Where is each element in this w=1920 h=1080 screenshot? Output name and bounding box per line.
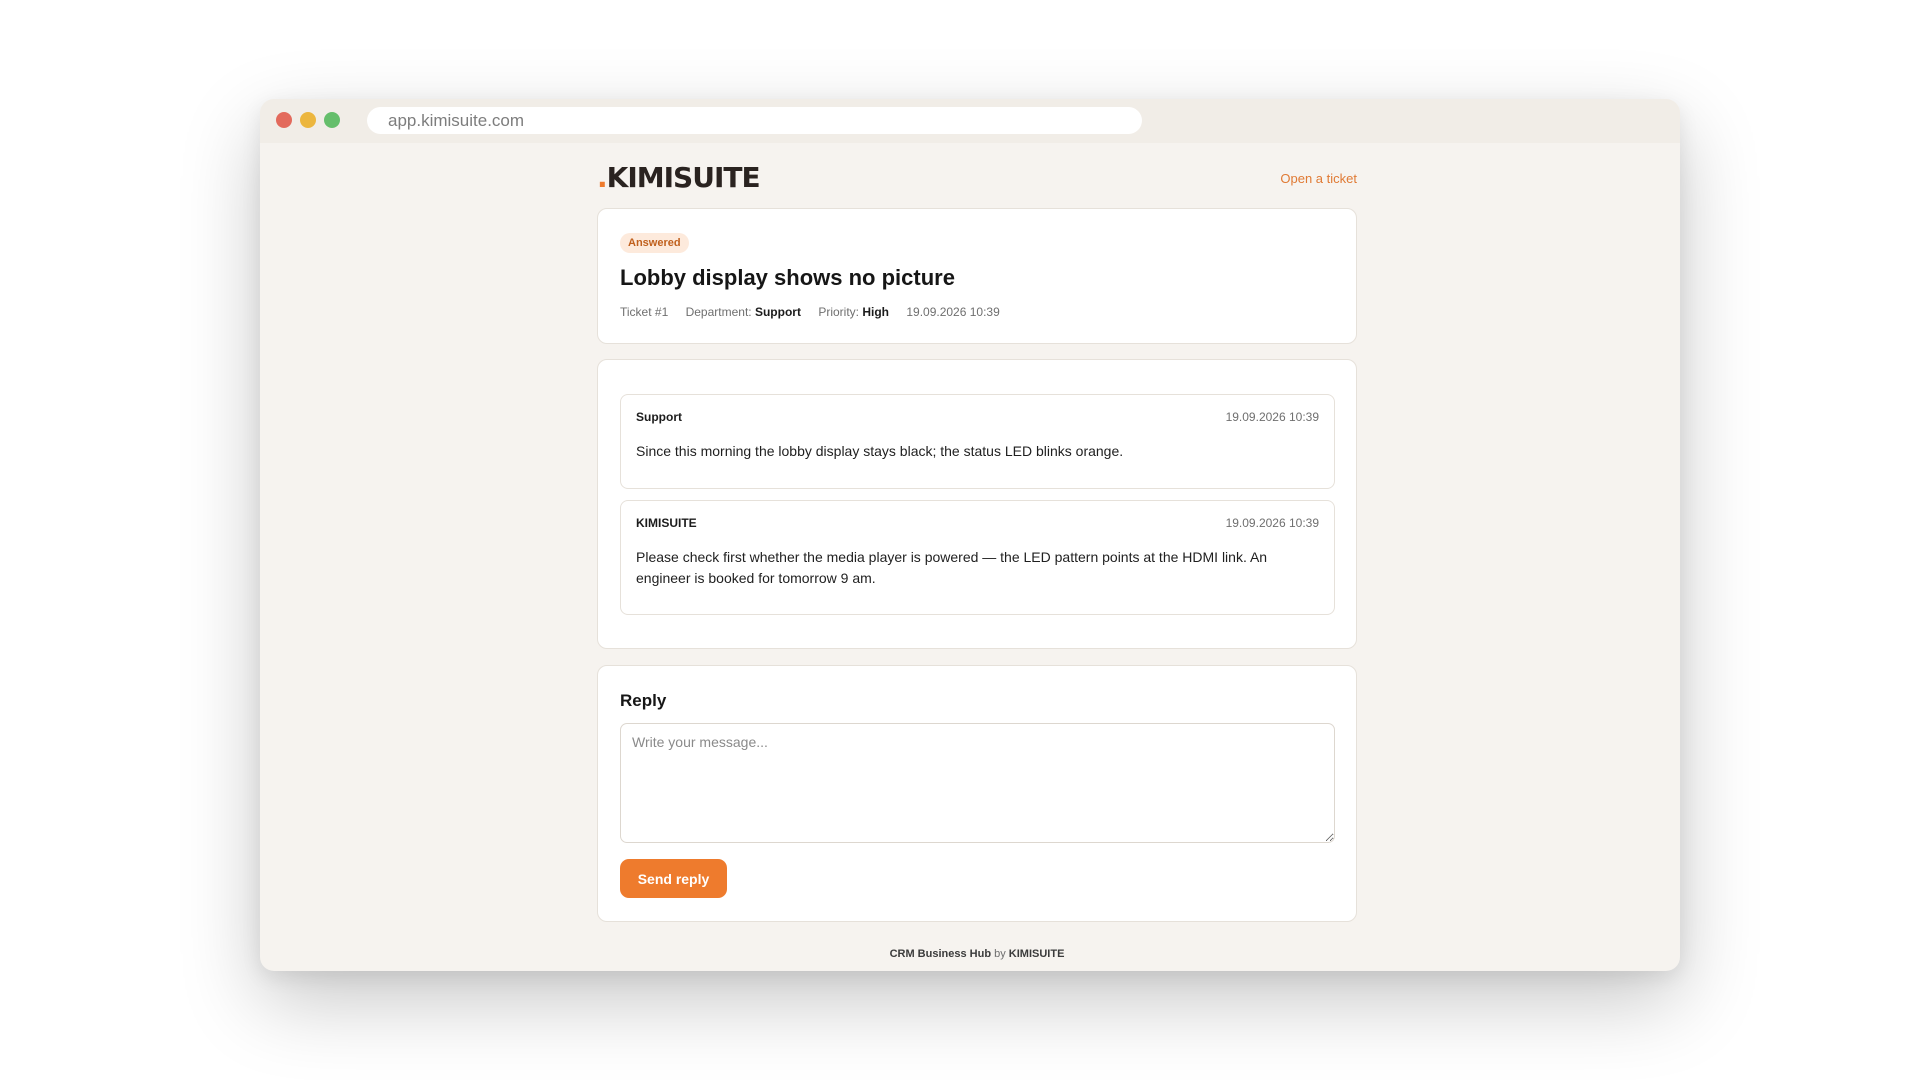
ticket-department: Department: Support — [686, 305, 801, 319]
status-badge: Answered — [620, 233, 689, 253]
open-ticket-link[interactable]: Open a ticket — [1280, 171, 1357, 186]
message-author: KIMISUITE — [636, 516, 697, 530]
message-time: 19.09.2026 10:39 — [1225, 516, 1319, 530]
browser-window: app.kimisuite.com .KIMISUITE Open a tick… — [260, 99, 1680, 971]
ticket-priority: Priority: High — [818, 305, 889, 319]
ticket-created-date: 19.09.2026 10:39 — [906, 305, 1000, 319]
main-content: .KIMISUITE Open a ticket Answered Lobby … — [597, 143, 1357, 960]
close-window-button[interactable] — [276, 112, 292, 128]
footer: CRM Business Hub by KIMISUITE — [597, 948, 1357, 960]
priority-label: Priority: — [818, 305, 859, 319]
message-thread-card: Support 19.09.2026 10:39 Since this morn… — [597, 359, 1357, 649]
logo-dot: . — [597, 161, 608, 194]
page-title: Lobby display shows no picture — [620, 265, 955, 290]
priority-value: High — [862, 305, 889, 319]
footer-by: by — [994, 948, 1006, 960]
footer-brand: KIMISUITE — [1008, 948, 1065, 960]
department-value: Support — [754, 305, 801, 319]
message: Support 19.09.2026 10:39 Since this morn… — [620, 394, 1335, 489]
message-body: Please check first whether the media pla… — [636, 549, 1268, 586]
logo-text: KIMISUITE — [606, 161, 761, 194]
minimize-window-button[interactable] — [300, 112, 316, 128]
reply-heading: Reply — [620, 691, 667, 710]
maximize-window-button[interactable] — [324, 112, 340, 128]
top-bar: .KIMISUITE Open a ticket — [597, 143, 1357, 208]
message: KIMISUITE 19.09.2026 10:39 Please check … — [620, 500, 1335, 615]
message-body: Since this morning the lobby display sta… — [636, 443, 1124, 459]
department-label: Department: — [685, 305, 752, 319]
send-reply-button[interactable]: Send reply — [620, 859, 727, 898]
reply-textarea[interactable] — [620, 723, 1335, 843]
address-bar[interactable]: app.kimisuite.com — [367, 107, 1142, 134]
message-author: Support — [636, 410, 682, 424]
ticket-number: Ticket #1 — [620, 305, 669, 319]
footer-product: CRM Business Hub — [889, 948, 992, 960]
reply-card: Reply Send reply — [597, 665, 1357, 922]
ticket-meta: Ticket #1 Department: Support Priority: … — [620, 305, 1014, 319]
message-time: 19.09.2026 10:39 — [1225, 410, 1319, 424]
browser-chrome: app.kimisuite.com — [260, 99, 1680, 143]
logo[interactable]: .KIMISUITE — [597, 161, 761, 194]
ticket-header-card: Answered Lobby display shows no picture … — [597, 208, 1357, 344]
